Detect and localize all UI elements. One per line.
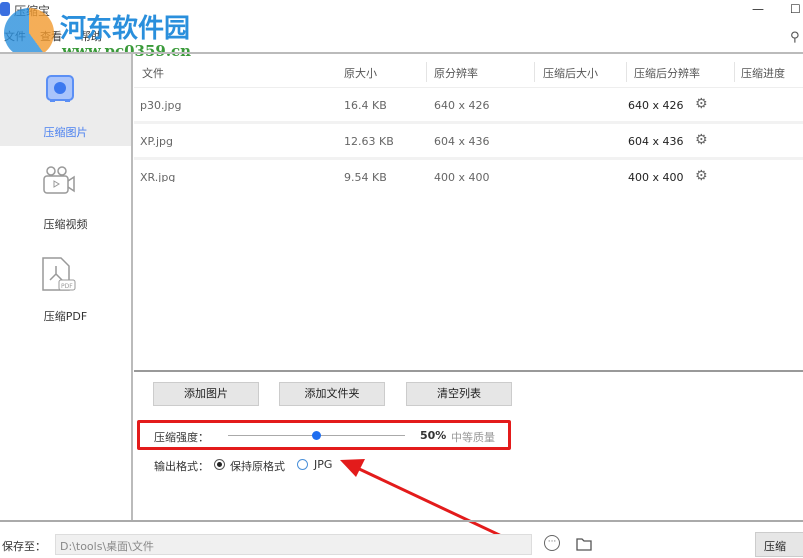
cell-size: 9.54 KB [344,171,387,184]
svg-text:PDF: PDF [61,283,73,290]
cell-size: 16.4 KB [344,99,387,112]
gear-icon[interactable]: ⚙ [695,240,708,256]
annotation-arrow [340,459,511,542]
cell-resolution: 500 x 241 [434,279,490,292]
table-row[interactable]: 三星.jpg 21.7 KB 800 x 542 800 x 542 ⚙ [134,232,803,268]
gear-icon[interactable]: ⚙ [695,168,708,182]
add-folder-button[interactable]: 添加文件夹 [279,382,385,406]
cell-file: 三星.jpg [140,245,183,258]
quality-text: 中等质量 [451,431,495,444]
cell-size: 21.7 KB [344,243,387,256]
cell-file: 伊游纳.jpg [140,353,194,366]
compression-slider-thumb[interactable] [312,431,321,440]
cell-size: 12.63 KB [344,135,394,148]
table-row[interactable]: XP.jpg 12.63 KB 604 x 436 604 x 436 ⚙ [134,124,803,160]
radio-keep-format-label[interactable]: 保持原格式 [230,458,285,474]
add-images-button[interactable]: 添加图片 [153,382,259,406]
cell-compressed-resolution: 400 x 400 [628,171,684,184]
radio-jpg[interactable] [297,459,308,470]
radio-keep-format[interactable] [214,459,225,470]
cell-compressed-resolution: 1000 x 480 [628,351,691,364]
gear-icon[interactable]: ⚙ [695,96,708,112]
cell-size: 220.35 KB [344,279,401,292]
table-row[interactable]: 企业微信.jpg 10.17 KB 939 x 496 939 x 496 ⚙ [134,304,803,340]
table-row[interactable]: 云顶之弈.png 220.35 KB 500 x 241 500 x 241 ⚙ [134,268,803,304]
divider [0,520,803,522]
cell-resolution: 604 x 436 [434,135,490,148]
gear-icon[interactable]: ⚙ [695,312,708,328]
save-path-input[interactable]: D:\tools\桌面\文件 [55,534,532,555]
more-options-icon[interactable]: ··· [544,535,560,551]
sidebar-item-label: 压缩视频 [43,218,88,231]
cell-file: 云顶之弈.png [140,281,209,294]
table-row[interactable]: p30.jpg 16.4 KB 640 x 426 640 x 426 ⚙ [134,88,803,124]
output-format-label: 输出格式： [154,460,209,473]
cell-resolution: 960 x 599 [434,207,490,220]
cell-file: 企业微信.jpg [140,317,205,330]
cell-file: XR.jpg [140,171,176,184]
sidebar-item-compress-pdf[interactable]: PDF 压缩PDF [0,238,131,330]
compression-label: 压缩强度： [154,431,209,444]
sidebar-item-label: 压缩PDF [43,310,88,323]
cell-resolution: 800 x 542 [434,243,490,256]
cell-file: p30.jpg [140,99,182,112]
cell-resolution: 640 x 426 [434,99,490,112]
cell-compressed-resolution: 939 x 496 [628,315,684,328]
cell-resolution: 400 x 400 [434,171,490,184]
table-row[interactable]: 一梦江湖.jpg 58.86 KB 960 x 599 960 x 599 ⚙ [134,196,803,232]
gear-icon[interactable]: ⚙ [695,132,708,148]
cell-compressed-resolution: 960 x 599 [628,207,684,220]
save-to-label: 保存至： [2,540,46,553]
cell-compressed-resolution: 640 x 426 [628,99,684,112]
cell-resolution: 939 x 496 [434,315,490,328]
cell-compressed-resolution: 604 x 436 [628,135,684,148]
cell-file: XP.jpg [140,135,173,148]
compress-button[interactable]: 压缩 [755,532,803,557]
table-row[interactable]: XR.jpg 9.54 KB 400 x 400 400 x 400 ⚙ [134,160,803,184]
cell-size: 58.86 KB [344,207,394,220]
gear-icon[interactable]: ⚙ [695,204,708,220]
pdf-file-icon: PDF [42,257,76,291]
cell-compressed-resolution: 800 x 542 [628,243,684,256]
gear-icon[interactable]: ⚙ [695,276,708,292]
cell-compressed-resolution: 500 x 241 [628,279,684,292]
cell-file: 一梦江湖.jpg [140,209,205,222]
compression-value: 50% [420,429,447,442]
folder-icon[interactable] [576,537,592,551]
clear-list-button[interactable]: 清空列表 [406,382,512,406]
cell-size: 265.4 KB [344,351,394,364]
cell-resolution: 1000 x 480 [434,351,497,364]
table-row[interactable]: 伊游纳.jpg 265.4 KB 1000 x 480 1000 x 480 ⚙ [134,340,803,370]
cell-size: 10.17 KB [344,315,394,328]
gear-icon[interactable]: ⚙ [695,348,708,364]
